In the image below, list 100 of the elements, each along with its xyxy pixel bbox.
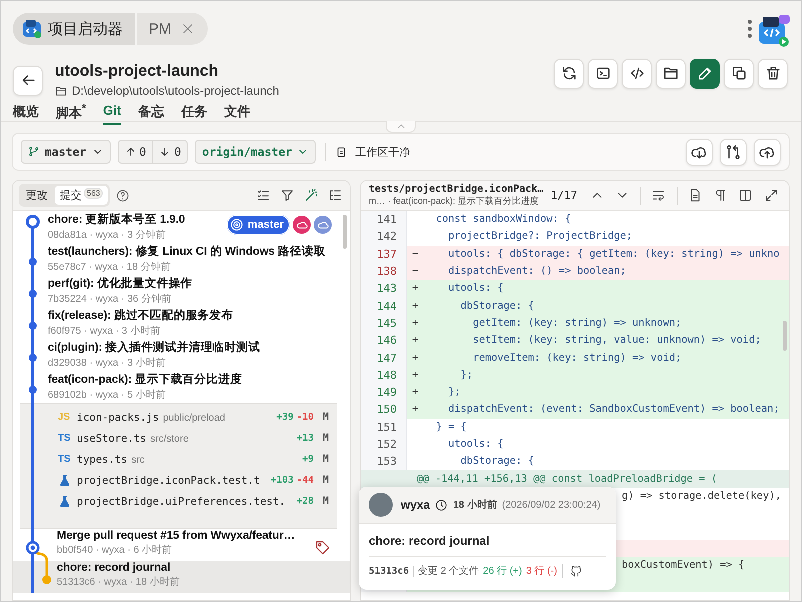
segment-tab[interactable]: 提交 563 xyxy=(55,186,108,205)
expand-icon xyxy=(764,188,779,203)
app-title: 项目启动器 xyxy=(48,20,123,38)
folder-icon xyxy=(55,84,68,98)
help-icon xyxy=(116,188,130,202)
scrollbar-thumb[interactable] xyxy=(783,321,787,351)
trash-button[interactable] xyxy=(758,58,788,88)
refresh-button[interactable] xyxy=(554,58,584,88)
file-path: src xyxy=(132,454,145,466)
remote-dropdown[interactable]: origin/master xyxy=(195,140,316,164)
code-line: removeItem: (key: string) => void; xyxy=(472,352,682,364)
code-line: dispatchEvent: (event: SandboxCustomEvent) => boolean; xyxy=(448,404,780,416)
commit-title: feat(icon-pack): 显示下载百分比进度 xyxy=(48,372,242,387)
copy-icon xyxy=(730,65,748,82)
cloud-download-button[interactable] xyxy=(686,138,713,166)
branch-dropdown[interactable]: master xyxy=(21,140,111,164)
clock-icon xyxy=(435,498,448,512)
line-number: 138 xyxy=(377,265,397,278)
file-name: projectBridge.uiPreferences.test. xyxy=(77,496,286,508)
commit-meta: 7b35224 · wyxa · 36 分钟前 xyxy=(48,292,172,306)
tab[interactable]: 脚本$^{*}$ xyxy=(56,102,86,125)
github-icon xyxy=(570,564,584,578)
tab[interactable]: 任务 xyxy=(181,102,208,125)
commit-graph-drawing xyxy=(27,307,39,339)
code-line: }; xyxy=(448,387,461,398)
arrow-up-icon xyxy=(124,146,137,158)
tab[interactable]: PM xyxy=(137,13,208,45)
remote-badge[interactable] xyxy=(293,216,311,234)
file-row[interactable]: TS useStore.ts src/store +13 M xyxy=(58,428,337,449)
scrollbar-thumb[interactable] xyxy=(343,215,347,249)
code-line: utools: { xyxy=(448,439,504,450)
file-type-label: TS xyxy=(58,433,72,444)
line-number: 144 xyxy=(377,300,397,313)
file-path: tests/projectBridge.iconPack… xyxy=(369,184,545,194)
file-type-label: TS xyxy=(58,454,72,465)
commit-title: fix(release): 跳过不匹配的服务发布 xyxy=(48,308,234,323)
line-number: 147 xyxy=(377,352,397,365)
app-logo-icon xyxy=(22,19,42,39)
arrow-down-icon xyxy=(159,146,172,158)
code-line: setItem: (key: string, value: unknown) => void; xyxy=(472,335,762,346)
git-compare-button[interactable] xyxy=(720,138,747,166)
commit-title: test(launchers): 修复 Linux CI 的 Windows 路径读取 xyxy=(48,244,326,259)
added-count: +28 xyxy=(296,496,314,507)
behind-count: 0 xyxy=(152,141,188,163)
folder-button[interactable] xyxy=(656,58,686,88)
app-tab[interactable]: 项目启动器 xyxy=(13,13,135,45)
pencil-button[interactable] xyxy=(690,58,720,88)
added-lines: 26 行 (+) xyxy=(483,565,522,578)
code-line: dispatchEvent: () => boolean; xyxy=(448,266,626,278)
hunk-header: @@ -144,11 +156,13 @@ const loadPreloadBridge = ( xyxy=(416,474,718,485)
flask-icon xyxy=(58,494,72,508)
line-number: 137 xyxy=(377,248,397,261)
split-view-icon xyxy=(738,188,754,203)
tab[interactable]: 备忘 xyxy=(138,102,164,125)
commit-row[interactable]: chore: record journal 51313c6 · wyxa · 18 小时前 xyxy=(13,561,350,593)
file-row[interactable]: TS types.ts src +9 M xyxy=(58,449,337,470)
relative-time: 18 小时前 xyxy=(453,498,498,512)
file-name: projectBridge.iconPack.test.t xyxy=(77,474,260,486)
target-icon xyxy=(230,218,244,232)
commit-message: chore: record journal xyxy=(369,534,606,557)
back-button[interactable] xyxy=(13,66,43,96)
commit-meta: bb0f540 · wyxa · 6 小时前 xyxy=(57,544,172,557)
copy-button[interactable] xyxy=(724,58,754,88)
line-number: 149 xyxy=(377,386,397,400)
commit-title: Merge pull request #15 from Wwyxa/featur… xyxy=(57,530,296,542)
code-button[interactable] xyxy=(622,58,652,88)
line-number: 153 xyxy=(377,455,397,468)
commit-meta: 51313c6 · wyxa · 18 小时前 xyxy=(57,576,180,589)
tab[interactable]: 概览 xyxy=(13,102,39,125)
pencil-icon xyxy=(696,65,714,82)
code-line: dbStorage: { xyxy=(460,300,534,312)
segment-tab[interactable]: 更改 xyxy=(21,186,53,205)
code-line: projectBridge?: ProjectBridge; xyxy=(448,231,633,242)
tab[interactable]: 文件 xyxy=(224,102,250,125)
status-letter: M xyxy=(322,412,329,423)
line-number: 143 xyxy=(377,282,397,296)
git-compare-icon xyxy=(725,144,742,160)
commit-title: perf(git): 优化批量文件操作 xyxy=(48,276,193,291)
trash-icon xyxy=(764,65,782,82)
file-row[interactable]: projectBridge.uiPreferences.test. +28 M xyxy=(58,491,337,512)
branch-badge[interactable]: master xyxy=(226,215,290,235)
commit-date: (2026/09/02 23:00:24) xyxy=(502,500,601,510)
plus-sign: + xyxy=(412,335,419,346)
plus-sign: + xyxy=(412,318,419,329)
status-letter: M xyxy=(322,475,329,486)
commit-graph-drawing xyxy=(27,275,39,307)
file-row[interactable]: JS icon-packs.js public/preload +39 -10 M xyxy=(58,407,337,428)
removed-count: -10 xyxy=(296,412,314,423)
tab[interactable]: Git xyxy=(103,102,122,125)
removed-lines: 3 行 (-) xyxy=(526,564,564,578)
line-number: 148 xyxy=(377,368,397,382)
app-logo-icon xyxy=(757,14,791,48)
removed-count: -44 xyxy=(296,475,314,486)
line-number: 150 xyxy=(377,403,397,416)
cloud-upload-button[interactable] xyxy=(754,138,781,166)
commit-meta: 55e78c7 · wyxa · 18 分钟前 xyxy=(48,260,171,274)
terminal-button[interactable] xyxy=(588,58,618,88)
file-row[interactable]: projectBridge.iconPack.test.t +103 -44 M xyxy=(58,470,337,491)
remote-badge[interactable] xyxy=(314,216,332,234)
status-text: 工作区干净 xyxy=(355,146,410,160)
